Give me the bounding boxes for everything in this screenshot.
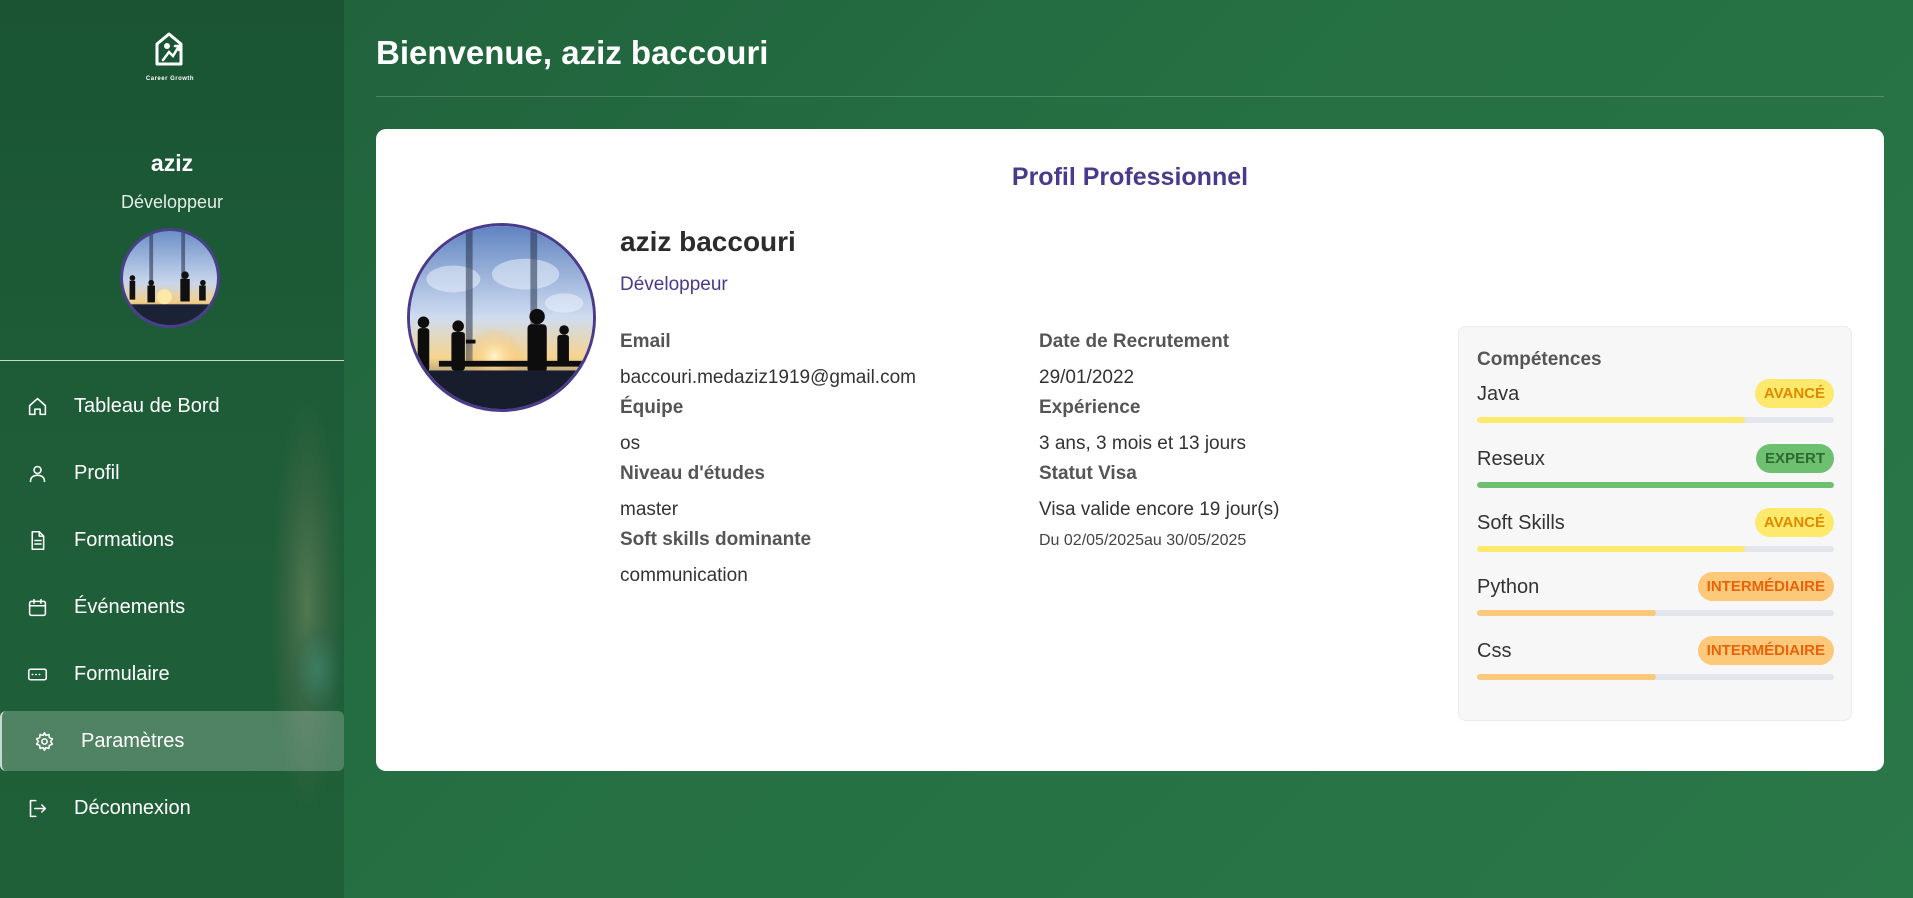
sidebar-item-label: Tableau de Bord	[74, 394, 220, 417]
sidebar: Career Growth aziz Développeur Tableau d…	[0, 0, 344, 898]
experience-label: Expérience	[1039, 397, 1141, 418]
skill-progress-fill	[1477, 546, 1745, 552]
skill-name: Python	[1477, 576, 1540, 598]
career-growth-logo[interactable]: Career Growth	[139, 30, 201, 90]
skill-item: Python INTERMÉDIAIRE	[1477, 572, 1834, 622]
user-icon	[25, 461, 49, 485]
sidebar-nav: Tableau de Bord Profil Formations Événem…	[0, 376, 344, 845]
logout-icon	[25, 796, 49, 820]
email-label: Email	[620, 331, 671, 352]
profile-card: Profil Professionnel aziz baccouri Dével…	[376, 129, 1884, 771]
skill-item: Reseux EXPERT	[1477, 444, 1834, 494]
skill-progress-fill	[1477, 417, 1745, 423]
hire-date-label: Date de Recrutement	[1039, 331, 1230, 352]
calendar-icon	[25, 595, 49, 619]
skill-name: Java	[1477, 383, 1520, 405]
hire-date-value: 29/01/2022	[1039, 367, 1135, 388]
skill-progress-fill	[1477, 610, 1656, 616]
logo-text: Career Growth	[145, 76, 195, 82]
skill-progress-bar	[1477, 417, 1834, 423]
skill-level-badge: EXPERT	[1755, 444, 1834, 473]
skill-name: Reseux	[1477, 448, 1545, 470]
team-label: Équipe	[620, 397, 684, 418]
softskill-value: communication	[620, 565, 748, 586]
skill-progress-bar	[1477, 546, 1834, 552]
sidebar-item-deconnexion[interactable]: Déconnexion	[0, 778, 344, 838]
skill-progress-bar	[1477, 482, 1834, 488]
sidebar-item-formations[interactable]: Formations	[0, 510, 344, 570]
skill-level-badge: INTERMÉDIAIRE	[1697, 636, 1834, 665]
gear-icon	[32, 729, 56, 753]
email-value: baccouri.medaziz1919@gmail.com	[620, 367, 916, 388]
sidebar-item-label: Événements	[74, 595, 186, 618]
team-value: os	[620, 433, 641, 454]
skills-title: Compétences	[1477, 349, 1602, 370]
education-label: Niveau d'études	[620, 463, 765, 484]
skill-level-badge: INTERMÉDIAIRE	[1697, 572, 1834, 601]
form-icon	[25, 662, 49, 686]
sidebar-item-label: Déconnexion	[74, 796, 191, 819]
sidebar-user-role: Développeur	[120, 192, 224, 212]
sidebar-item-label: Formulaire	[74, 662, 170, 685]
profile-role: Développeur	[620, 274, 728, 295]
sidebar-item-tableau-de-bord[interactable]: Tableau de Bord	[0, 376, 344, 436]
sidebar-item-label: Profil	[74, 461, 120, 484]
skill-progress-fill	[1477, 482, 1834, 488]
sidebar-item-formulaire[interactable]: Formulaire	[0, 644, 344, 704]
sidebar-divider	[0, 360, 344, 361]
sidebar-item-parametres[interactable]: Paramètres	[0, 711, 344, 771]
sidebar-item-evenements[interactable]: Événements	[0, 577, 344, 637]
skill-progress-bar	[1477, 610, 1834, 616]
skill-name: Soft Skills	[1477, 512, 1565, 534]
skill-level-badge: AVANCÉ	[1754, 379, 1834, 408]
sidebar-item-label: Formations	[74, 528, 175, 551]
skill-item: Css INTERMÉDIAIRE	[1477, 636, 1834, 686]
education-value: master	[620, 499, 679, 520]
softskill-label: Soft skills dominante	[620, 529, 812, 550]
profile-card-title: Profil Professionnel	[1011, 163, 1249, 191]
profile-photo	[407, 223, 596, 412]
profile-full-name: aziz baccouri	[620, 226, 796, 257]
visa-status-label: Statut Visa	[1039, 463, 1137, 484]
page-title: Bienvenue, aziz baccouri	[376, 34, 769, 71]
sidebar-user-name: aziz	[150, 150, 194, 176]
sidebar-avatar	[120, 228, 220, 328]
home-icon	[25, 394, 49, 418]
visa-period: Du 02/05/2025au 30/05/2025	[1039, 532, 1247, 549]
sidebar-item-profil[interactable]: Profil	[0, 443, 344, 503]
skill-name: Css	[1477, 640, 1512, 662]
skill-level-badge: AVANCÉ	[1754, 508, 1834, 537]
document-icon	[25, 528, 49, 552]
visa-status-value: Visa valide encore 19 jour(s)	[1039, 499, 1280, 520]
skills-panel: Compétences Java AVANCÉ Reseux EXPERT So…	[1458, 326, 1852, 721]
experience-value: 3 ans, 3 mois et 13 jours	[1039, 433, 1246, 454]
sidebar-item-label: Paramètres	[81, 729, 185, 752]
skill-item: Soft Skills AVANCÉ	[1477, 508, 1834, 558]
skill-progress-bar	[1477, 674, 1834, 680]
skill-progress-fill	[1477, 674, 1656, 680]
logo-icon	[155, 32, 183, 66]
skill-item: Java AVANCÉ	[1477, 379, 1834, 429]
header-divider	[376, 96, 1884, 97]
